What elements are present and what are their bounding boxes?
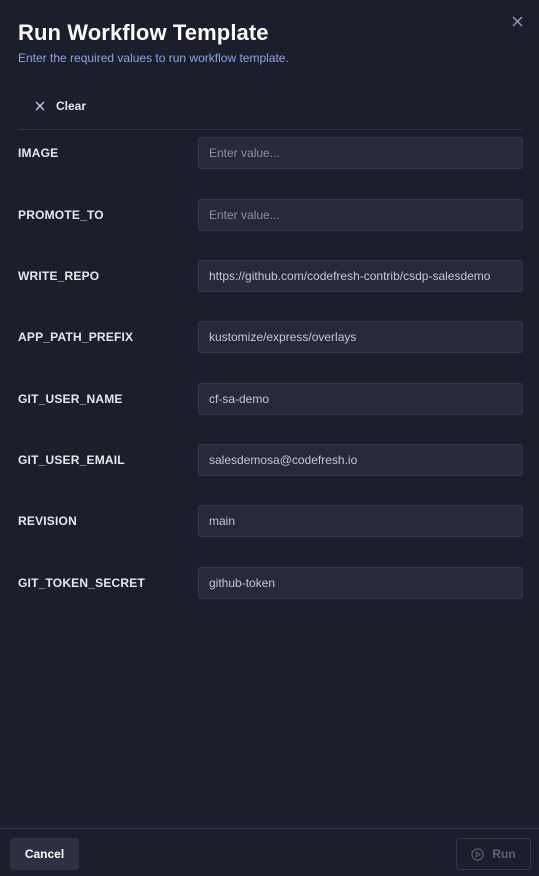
field-row-image: IMAGE [18,137,523,169]
field-row-git-user-email: GIT_USER_EMAIL [18,444,523,476]
image-input[interactable] [198,137,523,169]
play-circle-icon [471,847,484,861]
field-row-app-path-prefix: APP_PATH_PREFIX [18,321,523,353]
git-user-name-input[interactable] [198,383,523,415]
field-row-revision: REVISION [18,505,523,537]
field-label: APP_PATH_PREFIX [18,330,134,344]
field-row-git-user-name: GIT_USER_NAME [18,383,523,415]
close-icon[interactable] [509,13,525,29]
field-label: PROMOTE_TO [18,208,104,222]
field-label: GIT_TOKEN_SECRET [18,576,146,590]
close-icon [34,100,46,112]
divider [18,129,522,130]
run-workflow-dialog: Run Workflow Template Enter the required… [0,0,539,876]
field-row-write-repo: WRITE_REPO [18,260,523,292]
field-label: WRITE_REPO [18,269,100,283]
revision-input[interactable] [198,505,523,537]
field-row-git-token-secret: GIT_TOKEN_SECRET [18,567,523,599]
field-label: REVISION [18,514,77,528]
run-button[interactable]: Run [456,838,531,870]
promote-to-input[interactable] [198,199,523,231]
field-label: IMAGE [18,146,59,160]
clear-button-label: Clear [56,99,87,113]
field-label: GIT_USER_EMAIL [18,453,125,467]
run-button-label: Run [492,847,516,861]
clear-button[interactable]: Clear [34,96,86,116]
field-label: GIT_USER_NAME [18,392,123,406]
write-repo-input[interactable] [198,260,523,292]
dialog-title: Run Workflow Template [18,20,269,45]
footer-divider [0,828,539,829]
field-row-promote-to: PROMOTE_TO [18,199,523,231]
git-user-email-input[interactable] [198,444,523,476]
app-path-prefix-input[interactable] [198,321,523,353]
git-token-secret-input[interactable] [198,567,523,599]
dialog-subtitle: Enter the required values to run workflo… [18,51,289,65]
cancel-button[interactable]: Cancel [10,838,79,870]
